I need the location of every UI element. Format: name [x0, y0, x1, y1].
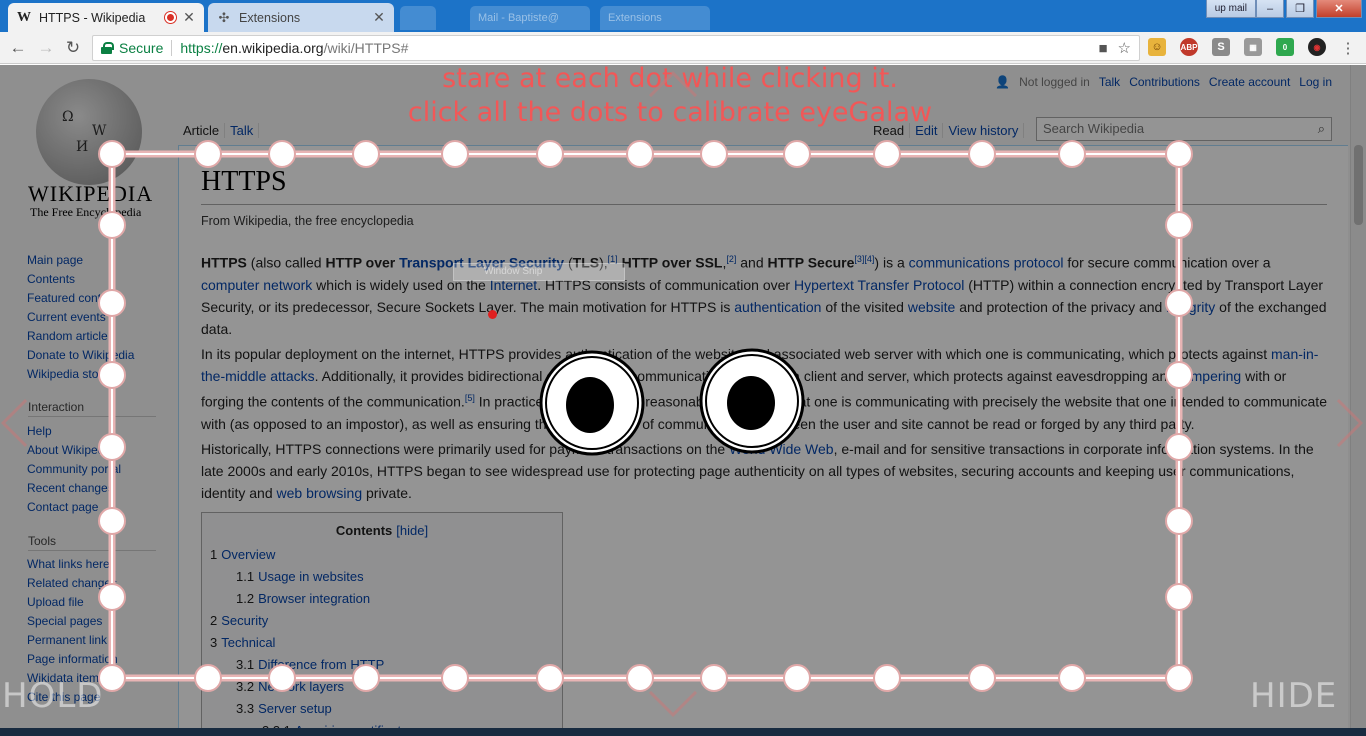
calibration-dot[interactable] [98, 433, 126, 461]
calibration-dot[interactable] [441, 140, 469, 168]
left-eye-pupil [566, 377, 614, 433]
calibration-dot[interactable] [98, 361, 126, 389]
calibration-dot[interactable] [352, 140, 380, 168]
calibration-dot[interactable] [536, 140, 564, 168]
calibration-dot[interactable] [1165, 507, 1193, 535]
calibration-dot[interactable] [98, 289, 126, 317]
calibration-dot[interactable] [268, 664, 296, 692]
calibration-dot[interactable] [268, 140, 296, 168]
calibration-dot[interactable] [352, 664, 380, 692]
calibration-dot[interactable] [873, 140, 901, 168]
calibration-dot[interactable] [700, 664, 728, 692]
calibration-dot[interactable] [1165, 664, 1193, 692]
calibration-dot[interactable] [1165, 211, 1193, 239]
calibration-dot[interactable] [441, 664, 469, 692]
calibration-dot[interactable] [536, 664, 564, 692]
calibration-dot[interactable] [98, 211, 126, 239]
calibration-dot[interactable] [1165, 361, 1193, 389]
calibration-dot[interactable] [98, 140, 126, 168]
calibration-border [108, 150, 1183, 682]
calibration-dot[interactable] [1165, 289, 1193, 317]
calibration-dot[interactable] [98, 583, 126, 611]
calibration-dot[interactable] [98, 664, 126, 692]
calibration-dot[interactable] [626, 140, 654, 168]
calibration-dot[interactable] [968, 664, 996, 692]
calibration-dot[interactable] [194, 140, 222, 168]
calibration-dot[interactable] [626, 664, 654, 692]
right-eye-icon [699, 348, 805, 454]
calibration-dot[interactable] [783, 140, 811, 168]
calibration-dot[interactable] [1058, 664, 1086, 692]
calibration-dot[interactable] [1165, 140, 1193, 168]
calibration-dot[interactable] [1165, 433, 1193, 461]
calibration-frame [98, 140, 1193, 692]
left-eye-icon [539, 350, 645, 456]
calibration-dot[interactable] [1165, 583, 1193, 611]
calibration-dot[interactable] [968, 140, 996, 168]
calibration-dot[interactable] [783, 664, 811, 692]
calibration-dot[interactable] [194, 664, 222, 692]
right-eye-pupil [727, 376, 775, 430]
calibration-dot[interactable] [98, 507, 126, 535]
calibration-dot[interactable] [873, 664, 901, 692]
calibration-dot[interactable] [700, 140, 728, 168]
calibration-dot[interactable] [1058, 140, 1086, 168]
calibration-border-inner [111, 153, 1180, 679]
